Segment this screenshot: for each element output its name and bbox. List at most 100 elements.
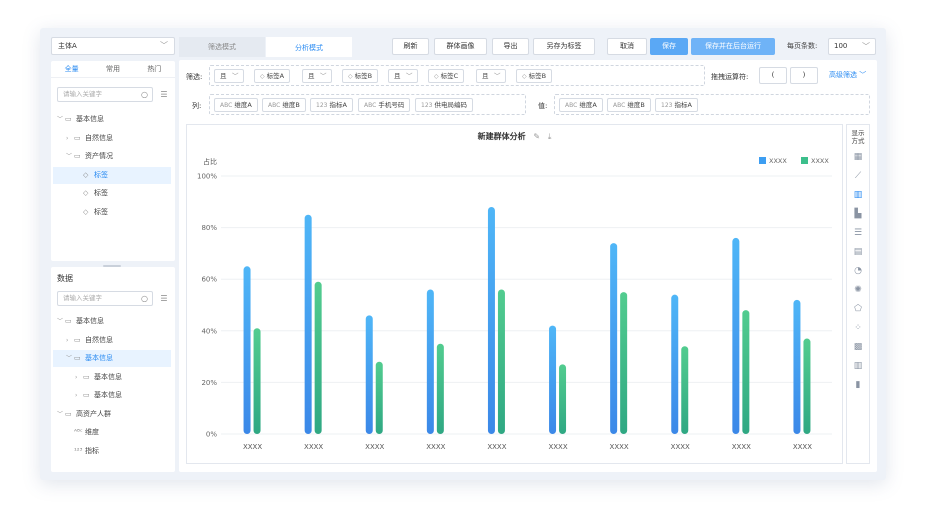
refresh-button[interactable]: 刷新	[392, 38, 429, 55]
tree-item[interactable]: ◇ 标签	[53, 204, 171, 221]
save-and-run-button[interactable]: 保存并在后台运行	[691, 38, 775, 55]
filter-list-icon[interactable]: ☰	[158, 293, 170, 305]
export-button[interactable]: 导出	[492, 38, 529, 55]
stacked-bar-icon[interactable]: ▤	[850, 245, 866, 259]
data-section-title: 数据	[57, 274, 73, 283]
bar-chart-icon[interactable]: ▥	[850, 188, 866, 202]
tree-item[interactable]: › ▭ 基本信息	[53, 369, 171, 386]
logic-select[interactable]: 且 ﹀	[476, 69, 506, 83]
pie-chart-icon[interactable]: ◔	[850, 264, 866, 278]
column-icon[interactable]: ▮	[850, 378, 866, 392]
chevron-icon[interactable]: ›	[66, 130, 74, 147]
logic-select[interactable]: 且 ﹀	[214, 69, 244, 83]
tree-item[interactable]: › ▭ 自然信息	[53, 332, 171, 349]
per-page-select[interactable]: 100 ﹀	[828, 38, 876, 55]
tab-analysis-mode[interactable]: 分析模式	[266, 37, 352, 57]
search-icon[interactable]: ○	[141, 88, 148, 101]
number-icon: 123	[316, 102, 328, 109]
cancel-button[interactable]: 取消	[607, 38, 647, 55]
bar-series-2	[314, 281, 322, 434]
tree-item[interactable]: ◇ 标签	[53, 185, 171, 202]
bar-series-2	[559, 364, 567, 434]
y-tick-label: 0%	[206, 431, 217, 439]
tree-item[interactable]: › ▭ 基本信息	[53, 387, 171, 404]
tree-item-label: 自然信息	[85, 133, 113, 142]
chevron-icon[interactable]: ›	[75, 369, 83, 386]
search-icon[interactable]: ○	[141, 292, 148, 305]
close-paren-operator[interactable]: )	[790, 67, 818, 84]
tab-common[interactable]: 常用	[92, 61, 133, 77]
column-chip[interactable]: ABC 维度B	[262, 98, 306, 112]
x-tick-label: XXXX	[793, 443, 812, 451]
column-label: 列:	[192, 102, 202, 110]
save-as-tag-button[interactable]: 另存为标签	[533, 38, 595, 55]
value-chip[interactable]: ABC 维度B	[607, 98, 651, 112]
bar-series-2	[253, 328, 261, 434]
y-tick-label: 20%	[201, 379, 217, 387]
tree-item[interactable]: ﹀ ▭ 高资产人群	[53, 406, 171, 423]
filter-list-icon[interactable]: ☰	[158, 89, 170, 101]
tree-item-label: 指标	[85, 446, 99, 455]
tab-hot[interactable]: 热门	[134, 61, 175, 77]
tree-item[interactable]: ◇ 标签	[53, 166, 171, 184]
advanced-filter-link[interactable]: 高级筛选 ﹀	[829, 70, 866, 80]
chip-label: 维度B	[282, 101, 300, 109]
tag-icon: ◇	[83, 189, 89, 197]
tab-filter-mode[interactable]: 筛选模式	[179, 37, 265, 57]
area-bar-icon[interactable]: ▙	[850, 207, 866, 221]
chevron-down-icon: ﹀	[862, 42, 870, 51]
value-chip[interactable]: 123 指标A	[655, 98, 698, 112]
chevron-icon[interactable]: ›	[75, 387, 83, 404]
logic-select[interactable]: 且 ﹀	[302, 69, 332, 83]
filter-tag-chip[interactable]: ◇ 标签B	[342, 69, 379, 83]
chevron-icon[interactable]: ﹀	[57, 111, 65, 128]
column-chip[interactable]: ABC 维度A	[214, 98, 258, 112]
filter-tag-chip[interactable]: ◇ 标签B	[516, 69, 553, 83]
chip-label: 标签B	[528, 72, 547, 80]
open-paren-operator[interactable]: (	[759, 67, 787, 84]
chevron-icon[interactable]: ›	[66, 332, 74, 349]
chevron-icon[interactable]: ﹀	[66, 148, 74, 165]
filter-tag-chip[interactable]: ◇ 标签A	[254, 69, 291, 83]
line-chart-icon[interactable]: ⟋	[850, 169, 866, 183]
data-search-input[interactable]: 请输入关键字 ○	[57, 291, 153, 306]
value-drop-zone[interactable]: ABC 维度A ABC 维度B 123 指标A	[554, 94, 870, 115]
heatmap-icon[interactable]: ▩	[850, 340, 866, 354]
chevron-icon[interactable]: ﹀	[57, 313, 65, 330]
horizontal-bar-icon[interactable]: ☰	[850, 226, 866, 240]
pentagon-icon[interactable]: ⬠	[850, 302, 866, 316]
filter-drop-zone[interactable]: 且 ﹀ ◇ 标签A 且 ﹀ ◇ 标签B 且 ﹀ ◇ 标签C 且 ﹀ ◇ 标签B	[209, 65, 705, 86]
tag-search-input[interactable]: 请输入关键字 ○	[57, 87, 153, 102]
tree-item[interactable]: ﹀ ▭ 基本信息	[53, 350, 171, 367]
value-chip[interactable]: ABC 维度A	[559, 98, 603, 112]
column-chip[interactable]: 123 指标A	[310, 98, 353, 112]
portrait-button[interactable]: 群体画像	[434, 38, 487, 55]
bar-series-1	[426, 289, 434, 434]
column-drop-zone[interactable]: ABC 维度A ABC 维度B 123 指标A ABC 手机号码 123 供电局编码	[209, 94, 526, 115]
tree-item[interactable]: ﹀ ▭ 资产情况	[53, 148, 171, 165]
radar-icon[interactable]: ✺	[850, 283, 866, 297]
x-tick-label: XXXX	[365, 443, 384, 451]
tag-icon: ◇	[522, 73, 527, 80]
tree-item[interactable]: › ▭ 自然信息	[53, 130, 171, 147]
tree-item[interactable]: ¹²³ 指标	[53, 443, 171, 460]
tree-item[interactable]: ﹀ ▭ 基本信息	[53, 111, 171, 128]
tree-item-label: 基本信息	[76, 115, 104, 123]
tree-item[interactable]: ﹀ ▭ 基本信息	[53, 313, 171, 330]
chevron-icon[interactable]: ﹀	[66, 350, 74, 367]
tree-item[interactable]: ᴬᴮᶜ 维度	[53, 424, 171, 441]
scatter-icon[interactable]: ⁘	[850, 321, 866, 335]
entity-select[interactable]: 主体A ﹀	[51, 37, 175, 55]
abc-icon: ABC	[268, 102, 281, 109]
column-chip[interactable]: ABC 手机号码	[358, 98, 411, 112]
chevron-icon[interactable]: ﹀	[57, 406, 65, 423]
save-button[interactable]: 保存	[650, 38, 688, 55]
column-chip[interactable]: 123 供电局编码	[415, 98, 473, 112]
tab-all[interactable]: 全量	[51, 61, 92, 77]
histogram-icon[interactable]: ▥	[850, 359, 866, 373]
tree-item-label: 维度	[85, 428, 99, 436]
filter-tag-chip[interactable]: ◇ 标签C	[428, 69, 465, 83]
logic-select[interactable]: 且 ﹀	[388, 69, 418, 83]
table-icon[interactable]: ▦	[850, 150, 866, 164]
folder-icon: ▭	[83, 391, 90, 399]
